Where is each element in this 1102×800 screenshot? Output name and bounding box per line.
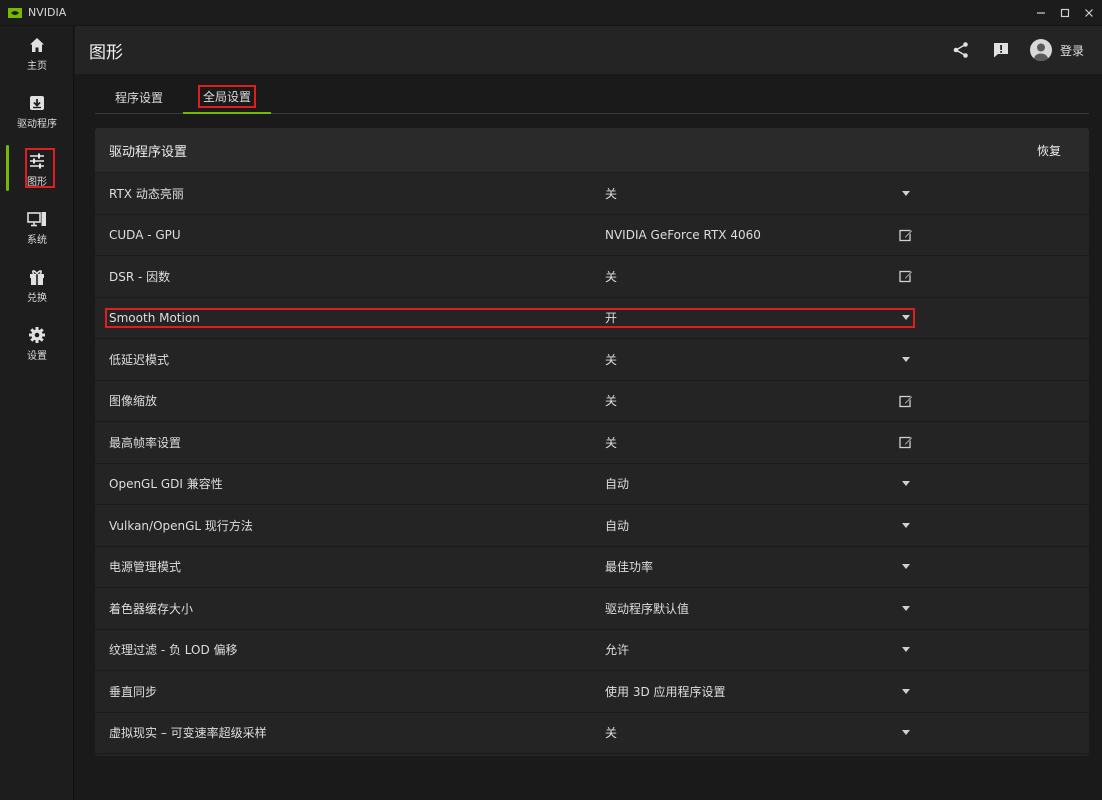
setting-label: 纹理过滤 - 负 LOD 偏移 [109, 643, 238, 658]
setting-row-vr-vrss[interactable]: 虚拟现实 – 可变速率超级采样 关 [95, 713, 1089, 754]
setting-row-low-latency-mode[interactable]: 低延迟模式 关 [95, 339, 1089, 381]
setting-label: RTX 动态亮丽 [109, 186, 184, 201]
dropdown-caret-icon[interactable] [897, 599, 915, 617]
dropdown-caret-icon[interactable] [897, 184, 915, 202]
setting-value: NVIDIA GeForce RTX 4060 [605, 227, 761, 242]
setting-label: CUDA - GPU [109, 227, 181, 242]
dropdown-caret-icon[interactable] [897, 724, 915, 742]
home-icon [27, 35, 47, 55]
sidebar-item-label: 主页 [27, 60, 47, 72]
sidebar-item-label: 驱动程序 [17, 118, 57, 130]
setting-label: OpenGL GDI 兼容性 [109, 477, 223, 492]
setting-label: 着色器缓存大小 [109, 601, 194, 616]
setting-value: 关 [605, 435, 618, 450]
setting-label: 图像缩放 [109, 394, 158, 409]
page-header: 图形 登录 [75, 26, 1102, 74]
setting-label: 垂直同步 [109, 684, 158, 699]
restore-button[interactable]: 恢复 [1037, 142, 1061, 159]
setting-label: 虚拟现实 – 可变速率超级采样 [109, 726, 267, 741]
sidebar-item-home[interactable]: 主页 [0, 28, 74, 78]
setting-value: 关 [605, 726, 618, 741]
setting-row-vsync[interactable]: 垂直同步 使用 3D 应用程序设置 [95, 671, 1089, 713]
edit-icon[interactable] [897, 392, 915, 410]
setting-value: 开 [605, 311, 618, 326]
sidebar-item-label: 系统 [27, 234, 47, 246]
edit-icon[interactable] [897, 226, 915, 244]
setting-label: DSR - 因数 [109, 269, 171, 284]
setting-row-power-mode[interactable]: 电源管理模式 最佳功率 [95, 547, 1089, 588]
setting-value: 关 [605, 394, 618, 409]
dropdown-caret-icon[interactable] [897, 641, 915, 659]
nvidia-logo-icon [8, 7, 22, 18]
sidebar-item-settings[interactable]: 设置 [0, 318, 74, 368]
dropdown-caret-icon[interactable] [897, 350, 915, 368]
share-icon[interactable] [950, 39, 972, 61]
dropdown-caret-icon[interactable] [897, 516, 915, 534]
monitor-icon [27, 209, 47, 229]
sidebar-item-graphics[interactable]: 图形 [0, 144, 74, 194]
close-icon[interactable] [1078, 0, 1100, 26]
highlight-box [25, 148, 55, 188]
setting-row-cuda-gpu[interactable]: CUDA - GPU NVIDIA GeForce RTX 4060 [95, 215, 1089, 256]
tab-program-settings[interactable]: 程序设置 [101, 80, 177, 114]
setting-value: 自动 [605, 518, 630, 533]
dropdown-caret-icon[interactable] [897, 475, 915, 493]
setting-label: 最高帧率设置 [109, 435, 182, 450]
tab-label: 全局设置 [197, 84, 256, 108]
setting-row-rtx-dynamic-vibrance[interactable]: RTX 动态亮丽 关 [95, 173, 1089, 215]
panel-title: 驱动程序设置 [109, 144, 188, 160]
avatar[interactable] [1029, 39, 1052, 61]
setting-row-opengl-gdi-compat[interactable]: OpenGL GDI 兼容性 自动 [95, 464, 1089, 505]
setting-value: 关 [605, 186, 618, 201]
title-bar: NVIDIA [0, 0, 1102, 26]
feedback-icon[interactable] [990, 39, 1012, 61]
sidebar-item-redeem[interactable]: 兑换 [0, 260, 74, 310]
edit-icon[interactable] [897, 267, 915, 285]
maximize-icon[interactable] [1054, 0, 1076, 26]
page-title: 图形 [89, 42, 123, 63]
setting-value: 最佳功率 [605, 560, 654, 575]
setting-value: 驱动程序默认值 [605, 601, 690, 616]
sidebar-item-label: 设置 [27, 350, 47, 362]
driver-settings-panel: 驱动程序设置 恢复 RTX 动态亮丽 关 CUDA - GPU NVIDIA G… [95, 128, 1089, 756]
setting-value: 允许 [605, 643, 630, 658]
tab-label: 程序设置 [114, 90, 163, 105]
dropdown-caret-icon[interactable] [897, 682, 915, 700]
setting-value: 关 [605, 269, 618, 284]
sidebar-item-label: 兑换 [27, 292, 47, 304]
login-button[interactable]: 登录 [1060, 42, 1084, 59]
setting-value: 自动 [605, 477, 630, 492]
tab-global-settings[interactable]: 全局设置 [183, 80, 271, 114]
gear-icon [27, 325, 47, 345]
driver-download-icon [27, 93, 47, 113]
setting-row-smooth-motion[interactable]: Smooth Motion 开 [95, 298, 1089, 339]
setting-row-vulkan-opengl-present[interactable]: Vulkan/OpenGL 现行方法 自动 [95, 505, 1089, 547]
gift-icon [27, 267, 47, 287]
sidebar-item-drivers[interactable]: 驱动程序 [0, 86, 74, 136]
setting-value: 使用 3D 应用程序设置 [605, 684, 726, 699]
sidebar: 主页 驱动程序 图形 系统 兑换 设置 [0, 26, 74, 800]
setting-row-dsr-factors[interactable]: DSR - 因数 关 [95, 256, 1089, 298]
tab-bar: 程序设置 全局设置 [95, 80, 1089, 114]
edit-icon[interactable] [897, 433, 915, 451]
app-title: NVIDIA [28, 6, 67, 19]
setting-label: 低延迟模式 [109, 352, 170, 367]
active-indicator [6, 145, 9, 191]
setting-label: 电源管理模式 [109, 560, 182, 575]
setting-label: Vulkan/OpenGL 现行方法 [109, 518, 253, 533]
setting-value: 关 [605, 352, 618, 367]
minimize-icon[interactable] [1030, 0, 1052, 26]
setting-label: Smooth Motion [109, 310, 200, 325]
setting-row-shader-cache[interactable]: 着色器缓存大小 驱动程序默认值 [95, 588, 1089, 630]
panel-header: 驱动程序设置 恢复 [95, 128, 1089, 173]
sidebar-item-system[interactable]: 系统 [0, 202, 74, 252]
setting-row-image-scaling[interactable]: 图像缩放 关 [95, 381, 1089, 422]
highlight-box [105, 307, 915, 328]
setting-row-texture-lod-bias[interactable]: 纹理过滤 - 负 LOD 偏移 允许 [95, 630, 1089, 671]
dropdown-caret-icon[interactable] [897, 309, 915, 327]
setting-row-max-frame-rate[interactable]: 最高帧率设置 关 [95, 422, 1089, 464]
dropdown-caret-icon[interactable] [897, 558, 915, 576]
